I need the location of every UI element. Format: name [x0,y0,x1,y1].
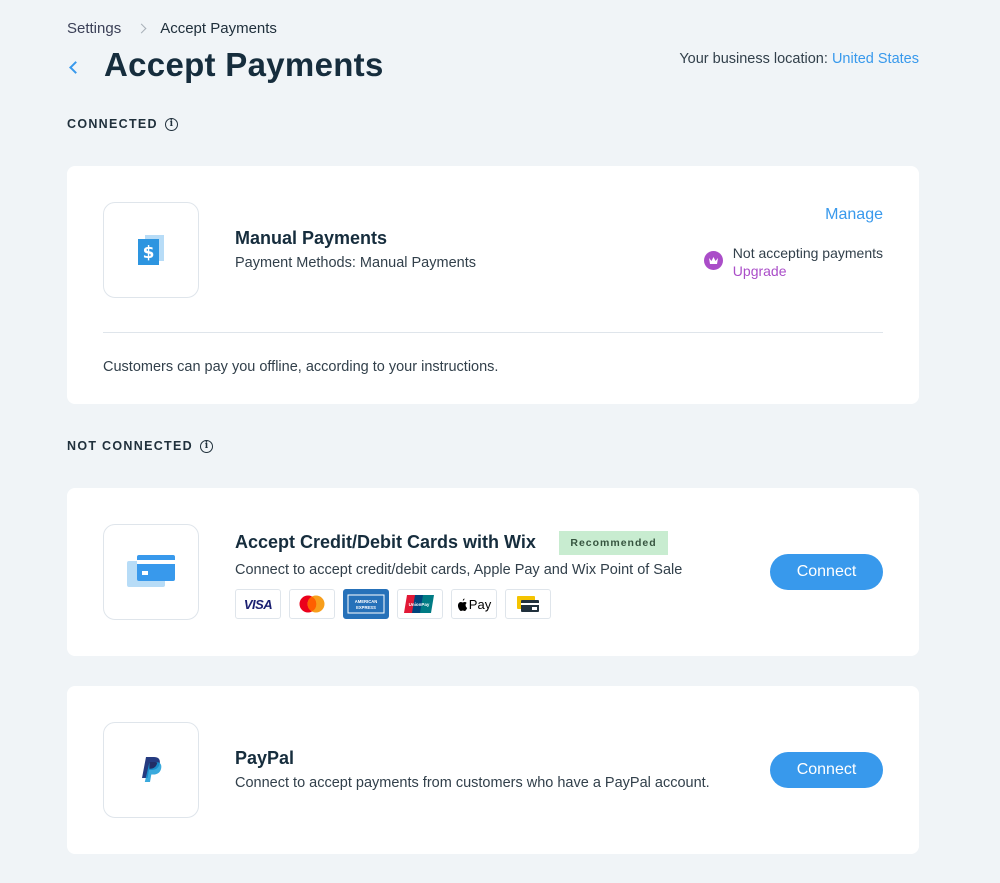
credit-card-icon [127,555,175,587]
payment-logos: VISA AMERICAN EXPRESS UnionPay Pay [235,589,559,619]
recommended-badge: Recommended [559,531,668,555]
chevron-left-icon [69,61,82,74]
wix-cards-name: Accept Credit/Debit Cards with Wix [235,532,536,552]
divider [103,332,883,333]
wix-pos-logo-icon [505,589,551,619]
info-icon[interactable]: i [199,439,213,453]
crown-icon [703,251,723,270]
unionpay-logo-icon: UnionPay [397,589,443,619]
wix-cards-logo [103,524,199,620]
paypal-desc: Connect to accept payments from customer… [235,775,710,791]
back-button[interactable] [66,58,82,78]
breadcrumb: Settings Accept Payments [67,20,277,37]
chevron-right-icon [136,23,147,34]
paypal-name: PayPal [235,748,295,768]
connect-paypal-button[interactable]: Connect [770,752,883,788]
upgrade-link[interactable]: Upgrade [733,262,883,280]
page-title: Accept Payments [104,46,384,83]
connect-wix-cards-button[interactable]: Connect [770,554,883,590]
payment-status: Not accepting payments Upgrade [703,244,883,280]
section-not-connected: NOT CONNECTED i [67,439,213,453]
wix-cards-card: Accept Credit/Debit Cards with Wix Recom… [67,488,919,656]
business-location: Your business location: United States [679,51,919,67]
status-text: Not accepting payments [732,245,883,261]
svg-text:AMERICAN: AMERICAN [355,599,378,604]
mastercard-logo-icon [289,589,335,619]
info-icon[interactable]: i [164,117,178,131]
svg-text:EXPRESS: EXPRESS [356,605,376,610]
svg-text:UnionPay: UnionPay [409,602,430,607]
apple-pay-logo-icon: Pay [451,589,497,619]
paypal-logo-icon [142,757,162,782]
dollar-bill-icon: $ [138,235,164,265]
american-express-logo-icon: AMERICAN EXPRESS [343,589,389,619]
svg-text:$: $ [143,243,155,263]
section-connected: CONNECTED i [67,117,178,131]
offline-note: Customers can pay you offline, according… [103,359,499,375]
paypal-logo [103,722,199,818]
breadcrumb-settings[interactable]: Settings [67,20,121,37]
wix-cards-desc: Connect to accept credit/debit cards, Ap… [235,562,683,578]
manual-payments-card: $ Manual Payments Payment Methods: Manua… [67,166,919,404]
business-location-link[interactable]: United States [832,51,919,67]
breadcrumb-current: Accept Payments [160,20,277,37]
business-location-label: Your business location: [679,51,828,67]
visa-logo-icon: VISA [235,589,281,619]
section-connected-label: CONNECTED [67,117,158,131]
paypal-card: PayPal Connect to accept payments from c… [67,686,919,854]
manage-link[interactable]: Manage [825,206,883,224]
manual-payments-logo: $ [103,202,199,298]
manual-payments-name: Manual Payments [235,228,388,248]
section-not-connected-label: NOT CONNECTED [67,439,193,453]
manual-payments-methods: Payment Methods: Manual Payments [235,255,476,271]
